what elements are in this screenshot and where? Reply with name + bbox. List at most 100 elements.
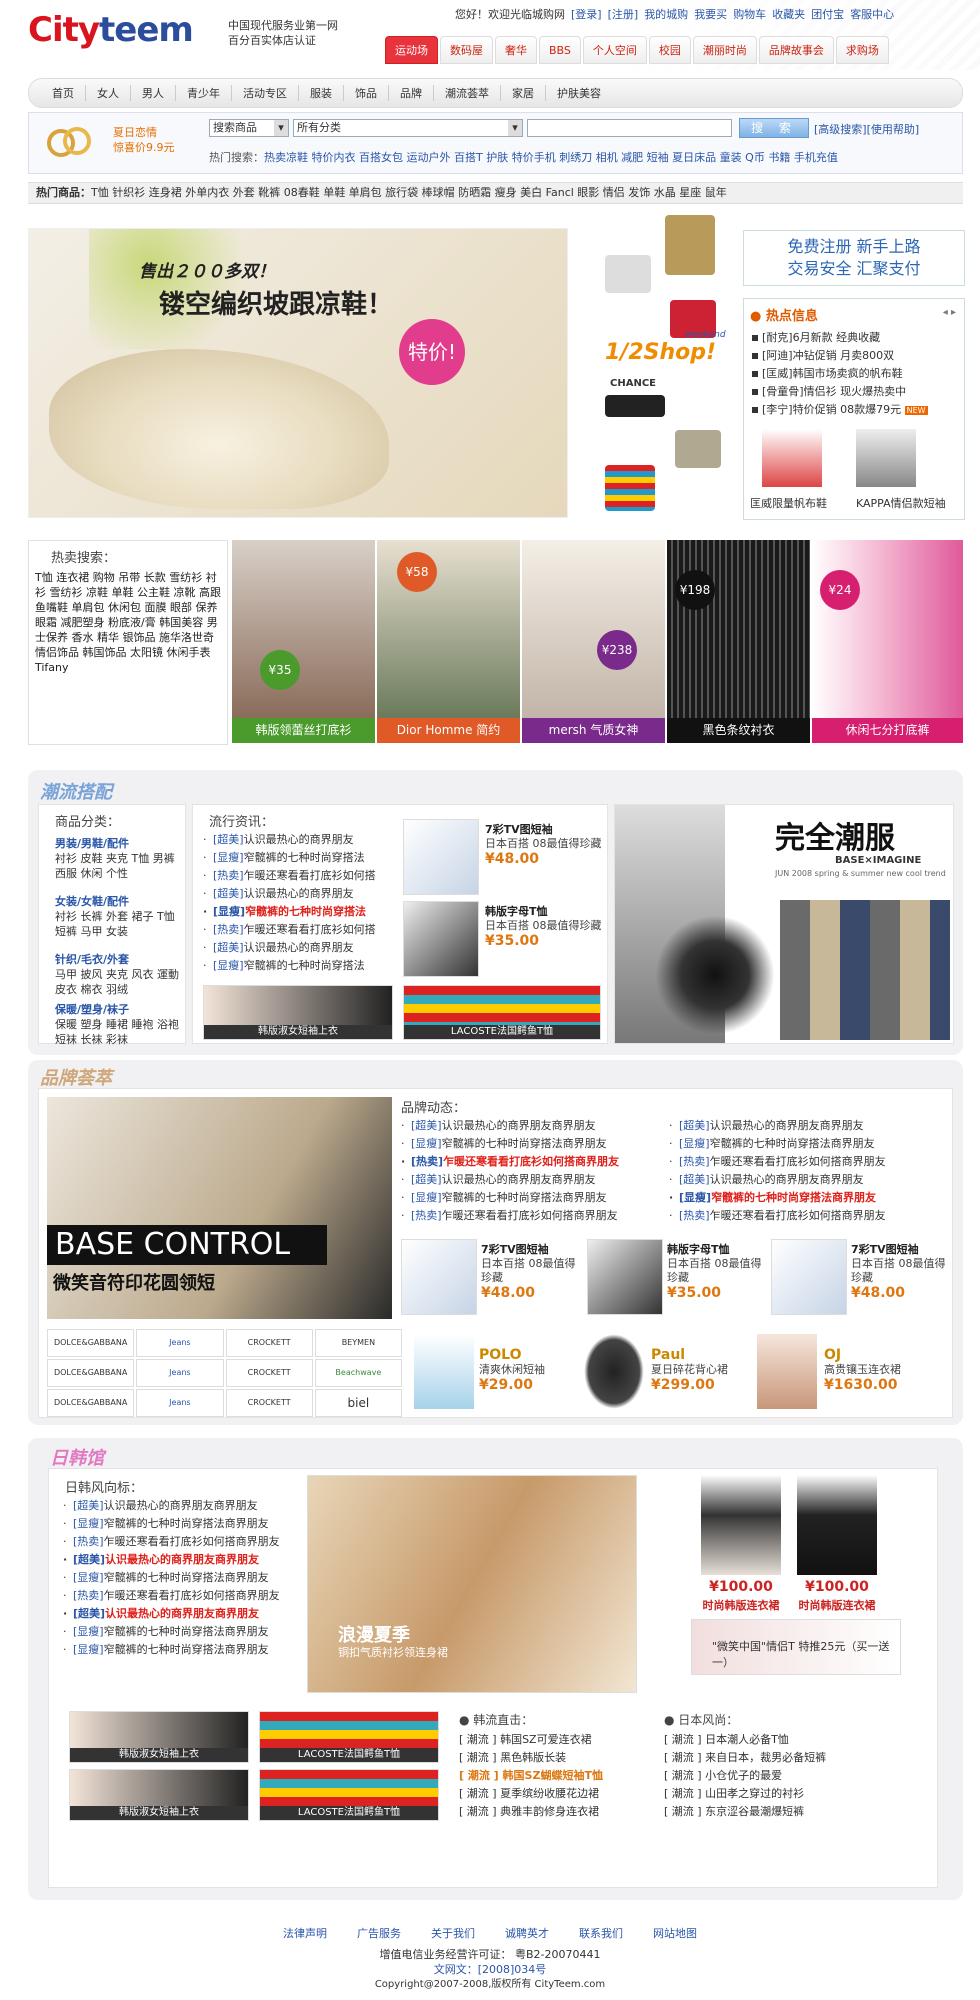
product-thumb[interactable] — [584, 1334, 644, 1409]
favorites-link[interactable]: 收藏夹 — [772, 6, 805, 24]
cat-group-title[interactable]: 男装/男鞋/配件 — [55, 835, 180, 851]
search-button[interactable]: 搜 索 — [739, 118, 809, 138]
brand-logo[interactable]: BEYMEN — [314, 1329, 402, 1357]
cat-tab-bbs[interactable]: BBS — [539, 36, 581, 64]
hot-items-list[interactable]: T恤 针织衫 连身裙 外单内衣 外套 靴裤 08春鞋 单鞋 单肩包 旅行袋 棒球… — [91, 186, 727, 199]
news-item[interactable]: [显瘦]窄髋裤的七种时尚穿搭法 — [203, 849, 393, 867]
product-info[interactable]: POLO 清爽休闲短袖 ¥29.00 — [479, 1347, 579, 1393]
product-card[interactable]: ¥58 Dior Homme 简约 — [377, 540, 520, 745]
news-item[interactable]: [超美]认识最热心的商界朋友商界朋友 — [63, 1605, 293, 1623]
brand-logo[interactable]: DOLCE&GABBANA — [47, 1389, 135, 1417]
news-item[interactable]: [超美]认识最热心的商界朋友 — [203, 885, 393, 903]
news-item[interactable]: [热卖]乍暖还寒看看打底衫如何搭商界朋友 — [669, 1153, 944, 1171]
nav-men[interactable]: 男人 — [131, 85, 176, 101]
buy-link[interactable]: 我要买 — [694, 6, 727, 24]
news-item[interactable]: [显瘦]窄髋裤的七种时尚穿搭法商界朋友 — [401, 1135, 656, 1153]
banner-thumb[interactable]: 韩版淑女短袖上衣 — [203, 985, 393, 1040]
brand-logo[interactable]: biel — [314, 1389, 402, 1417]
brand-logo[interactable]: Jeans — [136, 1359, 224, 1387]
brand-logo[interactable]: Jeans — [136, 1329, 224, 1357]
footer-link-contact[interactable]: 联系我们 — [579, 1925, 623, 1941]
product-card[interactable]: ¥24 休闲七分打底裤 — [812, 540, 963, 745]
cat-tab-luxury[interactable]: 奢华 — [495, 36, 537, 64]
cat-tab-sports[interactable]: 运动场 — [385, 36, 438, 64]
list-item[interactable]: [ 潮流 ] 韩国SZ蝴蝶短袖T恤 — [459, 1767, 649, 1785]
logo[interactable]: Cityteem — [28, 10, 208, 54]
list-item[interactable]: [ 潮流 ] 山田孝之穿过的衬衫 — [664, 1785, 874, 1803]
brand-logo[interactable]: DOLCE&GABBANA — [47, 1329, 135, 1357]
list-item[interactable]: [骨童骨]情侣衫 现火爆热卖中 — [750, 383, 960, 401]
advanced-search-link[interactable]: [高级搜索][使用帮助] — [814, 121, 919, 137]
product-thumb[interactable] — [605, 395, 665, 417]
list-item[interactable]: [阿迪]冲钻促销 月卖800双 — [750, 347, 960, 365]
news-item[interactable]: [超美]认识最热心的商界朋友商界朋友 — [401, 1171, 656, 1189]
news-item[interactable]: [显瘦]窄髋裤的七种时尚穿搭法 — [203, 957, 393, 975]
product-card[interactable]: ¥198 黑色条纹衬衣 — [667, 540, 810, 745]
cat-group-title[interactable]: 针织/毛衣/外套 — [55, 951, 180, 967]
dress-name[interactable]: 时尚韩版连衣裙 — [689, 1597, 793, 1613]
pager-arrows[interactable]: ◂ ▸ — [943, 307, 956, 318]
footer-link-about[interactable]: 关于我们 — [431, 1925, 475, 1941]
couple-thumb[interactable] — [856, 429, 916, 487]
product-thumb[interactable] — [587, 1239, 663, 1315]
cat-tab-digital[interactable]: 数码屋 — [440, 36, 493, 64]
news-item[interactable]: [超美]认识最热心的商界朋友商界朋友 — [401, 1117, 656, 1135]
news-item[interactable]: [超美]认识最热心的商界朋友商界朋友 — [669, 1117, 944, 1135]
product-info[interactable]: OJ 高贵镶玉连衣裙 ¥1630.00 — [824, 1347, 944, 1393]
brand-logo[interactable]: CROCKETT — [225, 1389, 313, 1417]
shoe-thumb[interactable] — [762, 429, 822, 487]
cat-group-title[interactable]: 女装/女鞋/配件 — [55, 893, 180, 909]
cat-group-words[interactable]: 马甲 披风 夹克 风衣 運動 皮衣 棉衣 羽绒 — [55, 967, 180, 997]
cat-tab-fashion[interactable]: 潮丽时尚 — [692, 36, 757, 64]
pay-link[interactable]: 团付宝 — [811, 6, 844, 24]
news-item[interactable]: [显瘦]窄髋裤的七种时尚穿搭法商界朋友 — [63, 1515, 293, 1533]
product-thumb[interactable] — [401, 1239, 477, 1315]
list-item[interactable]: [李宁]特价促销 08款爆79元 NEW — [750, 401, 960, 420]
news-item[interactable]: [超美]认识最热心的商界朋友 — [203, 939, 393, 957]
product-card[interactable]: ¥35 韩版领蕾丝打底衫 — [232, 540, 375, 745]
hot-search-words[interactable]: T恤 连衣裙 购物 吊带 长款 雪纺衫 衬衫 雪纺衫 凉鞋 单鞋 公主鞋 凉靴 … — [35, 570, 221, 675]
news-item[interactable]: [热卖]乍暖还寒看看打底衫如何搭商界朋友 — [63, 1587, 293, 1605]
news-item[interactable]: [超美]认识最热心的商界朋友商界朋友 — [669, 1171, 944, 1189]
brand-logo[interactable]: DOLCE&GABBANA — [47, 1359, 135, 1387]
product-info[interactable]: 韩版字母T恤 日本百搭 08最值得珍藏 ¥35.00 — [485, 903, 605, 949]
product-thumb[interactable] — [757, 1334, 817, 1409]
cat-tab-brand[interactable]: 品牌故事会 — [758, 36, 834, 64]
news-item[interactable]: [显瘦]窄髋裤的七种时尚穿搭法 — [203, 903, 393, 921]
search-input[interactable] — [527, 119, 732, 137]
brand-logo[interactable]: Jeans — [136, 1389, 224, 1417]
cat-tab-space[interactable]: 个人空间 — [582, 36, 647, 64]
banner-thumb[interactable]: 韩版淑女短袖上衣 — [69, 1769, 249, 1821]
product-info[interactable]: 7彩TV图短袖 日本百搭 08最值得珍藏 ¥48.00 — [485, 821, 605, 867]
list-item[interactable]: [ 潮流 ] 典雅丰韵修身连衣裙 — [459, 1803, 649, 1821]
dress-thumb[interactable] — [797, 1475, 877, 1575]
banner-thumb[interactable]: 韩版淑女短袖上衣 — [69, 1711, 249, 1763]
trend-ad[interactable]: 完全潮服 BASE×IMAGINE JUN 2008 spring & summ… — [614, 804, 954, 1044]
list-item[interactable]: [匡威]韩国市场卖疯的帆布鞋 — [750, 365, 960, 383]
category-select[interactable]: 所有分类 ▾ — [293, 119, 523, 137]
nav-trend[interactable]: 潮流荟萃 — [434, 85, 501, 101]
product-info[interactable]: 7彩TV图短袖 日本百搭 08最值得珍藏 ¥48.00 — [851, 1241, 951, 1301]
cat-group-words[interactable]: 衬衫 皮鞋 夹克 T恤 男裤 西服 休闲 个性 — [55, 851, 180, 881]
product-thumb[interactable] — [665, 215, 715, 275]
list-item[interactable]: [ 潮流 ] 东京涩谷最潮爆短裤 — [664, 1803, 874, 1821]
news-item[interactable]: [超美]认识最热心的商界朋友 — [203, 831, 393, 849]
dress-name[interactable]: 时尚韩版连衣裙 — [785, 1597, 889, 1613]
nav-clothing[interactable]: 服装 — [299, 85, 344, 101]
nav-home[interactable]: 首页 — [41, 85, 86, 101]
search-type-select[interactable]: 搜索商品 ▾ — [209, 119, 289, 137]
couple-tee-promo[interactable]: "微笑中国"情侣T 特推25元（买一送一） — [691, 1619, 901, 1675]
nav-skincare[interactable]: 护肤美容 — [546, 85, 612, 101]
jk-banner[interactable]: 浪漫夏季 铜扣气质衬衫领连身裙 — [307, 1475, 637, 1693]
product-thumb[interactable] — [403, 819, 479, 895]
login-link[interactable]: [登录] — [571, 6, 602, 24]
brand-logo[interactable]: Beachwave — [314, 1359, 402, 1387]
product-thumb[interactable] — [403, 901, 479, 977]
news-item[interactable]: [显瘦]窄髋裤的七种时尚穿搭法商界朋友 — [63, 1623, 293, 1641]
news-item[interactable]: [热卖]乍暖还寒看看打底衫如何搭 — [203, 921, 393, 939]
service-link[interactable]: 客服中心 — [850, 6, 894, 24]
product-info[interactable]: Paul 夏日碎花背心裙 ¥299.00 — [651, 1347, 751, 1393]
cart-link[interactable]: 购物车 — [733, 6, 766, 24]
news-item[interactable]: [热卖]乍暖还寒看看打底衫如何搭商界朋友 — [63, 1533, 293, 1551]
brand-logo[interactable]: CROCKETT — [225, 1329, 313, 1357]
